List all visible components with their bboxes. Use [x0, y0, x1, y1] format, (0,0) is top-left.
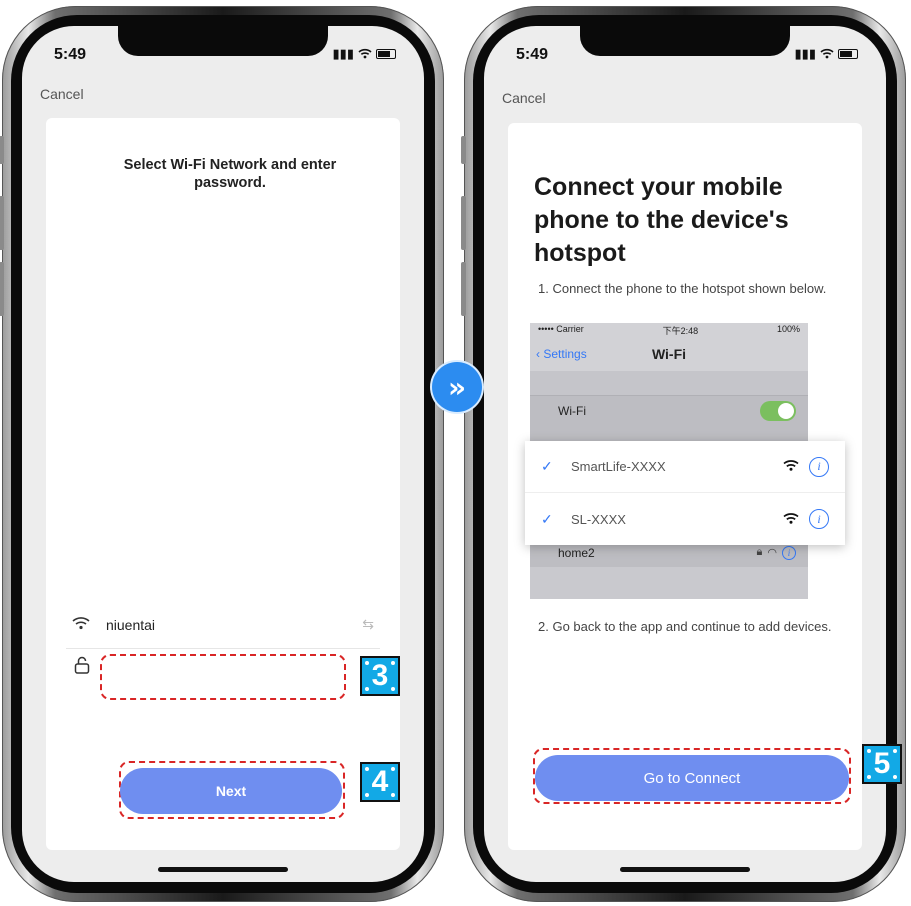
popup-network-row: ✓ SmartLife-XXXX i: [525, 441, 845, 493]
ios-wifi-toggle-row: Wi-Fi: [530, 395, 808, 425]
right-phone-frame: 5:49 ▮▮▮ Cancel Connect your mobile phon…: [461, 6, 906, 902]
info-icon: i: [809, 509, 829, 529]
volume-down-button: [0, 262, 4, 316]
network-name: SmartLife-XXXX: [571, 459, 666, 474]
left-screen: 5:49 ▮▮▮ Cancel Select Wi-Fi Network and…: [22, 26, 424, 882]
page-title: Select Wi-Fi Network and enter password.: [123, 157, 337, 191]
wifi-status-icon: [820, 47, 834, 62]
volume-down-button: [461, 262, 466, 316]
go-to-connect-button[interactable]: Go to Connect: [535, 755, 849, 801]
step-badge-3: 3: [360, 656, 400, 696]
password-input[interactable]: [100, 654, 346, 700]
double-chevron-right-icon: »: [432, 362, 482, 412]
step-badge-4: 4: [360, 762, 400, 802]
mute-switch: [461, 136, 466, 164]
home-indicator[interactable]: [158, 867, 288, 872]
status-time: 5:49: [54, 46, 87, 63]
check-icon: ✓: [541, 458, 553, 474]
ios-battery: 100%: [776, 324, 800, 334]
cancel-link[interactable]: Cancel: [40, 86, 84, 102]
divider: [66, 648, 380, 649]
wifi-form-card: Select Wi-Fi Network and enter password.…: [46, 118, 400, 850]
battery-icon: [838, 49, 858, 59]
ios-nav-title: Wi-Fi: [651, 346, 687, 362]
notch: [118, 26, 328, 56]
cancel-link[interactable]: Cancel: [502, 90, 546, 106]
wifi-icon: [783, 459, 799, 474]
lock-icon: 🔒︎: [756, 546, 763, 558]
info-icon: i: [809, 456, 829, 477]
ios-nav-bar: ‹ Settings Wi-Fi: [530, 337, 808, 371]
page-title: Connect your mobile phone to the device'…: [534, 173, 789, 267]
step-2-text: 2. Go back to the app and continue to ad…: [538, 619, 832, 634]
check-icon: ✓: [541, 510, 553, 527]
status-icons: ▮▮▮: [795, 46, 858, 62]
signal-icon: ▮▮▮: [794, 46, 816, 61]
wifi-network-row[interactable]: niuentai ⇆: [72, 616, 374, 633]
password-row: [74, 656, 90, 679]
mute-switch: [0, 136, 4, 164]
notch: [580, 26, 790, 56]
status-time: 5:49: [516, 46, 549, 63]
wifi-icon: ◠: [767, 547, 777, 559]
hotspot-card: Connect your mobile phone to the device'…: [508, 123, 862, 850]
hotspot-popup: ✓ SmartLife-XXXX i ✓ SL-XXXX i: [525, 441, 845, 545]
tutorial-stage: 5:49 ▮▮▮ Cancel Select Wi-Fi Network and…: [0, 0, 911, 906]
info-icon: i: [782, 545, 796, 560]
step-1-text: 1. Connect the phone to the hotspot show…: [538, 281, 827, 296]
status-icons: ▮▮▮: [333, 46, 396, 62]
popup-network-row: ✓ SL-XXXX i: [525, 493, 845, 545]
volume-up-button: [0, 196, 4, 250]
toggle-icon: [760, 400, 796, 421]
ios-carrier: ••••• Carrier: [538, 324, 584, 334]
right-screen: 5:49 ▮▮▮ Cancel Connect your mobile phon…: [484, 26, 886, 882]
lock-icon: [74, 656, 90, 679]
home-indicator[interactable]: [620, 867, 750, 872]
network-name: SL-XXXX: [571, 511, 626, 527]
signal-icon: ▮▮▮: [332, 46, 354, 61]
wifi-name: niuentai: [106, 616, 156, 633]
wifi-icon: [783, 512, 799, 527]
wifi-icon: [72, 616, 90, 633]
ios-gap: [530, 371, 808, 395]
volume-up-button: [461, 196, 466, 250]
battery-icon: [376, 49, 396, 59]
ios-status-bar: ••••• Carrier 下午2:48 100%: [530, 323, 808, 337]
ios-wifi-screenshot: ••••• Carrier 下午2:48 100% ‹ Settings Wi-…: [525, 323, 845, 599]
swap-icon[interactable]: ⇆: [362, 616, 374, 633]
wifi-status-icon: [358, 47, 372, 62]
ios-time: 下午2:48: [662, 326, 699, 336]
next-button[interactable]: Next: [120, 768, 342, 814]
step-badge-5: 5: [862, 744, 902, 784]
